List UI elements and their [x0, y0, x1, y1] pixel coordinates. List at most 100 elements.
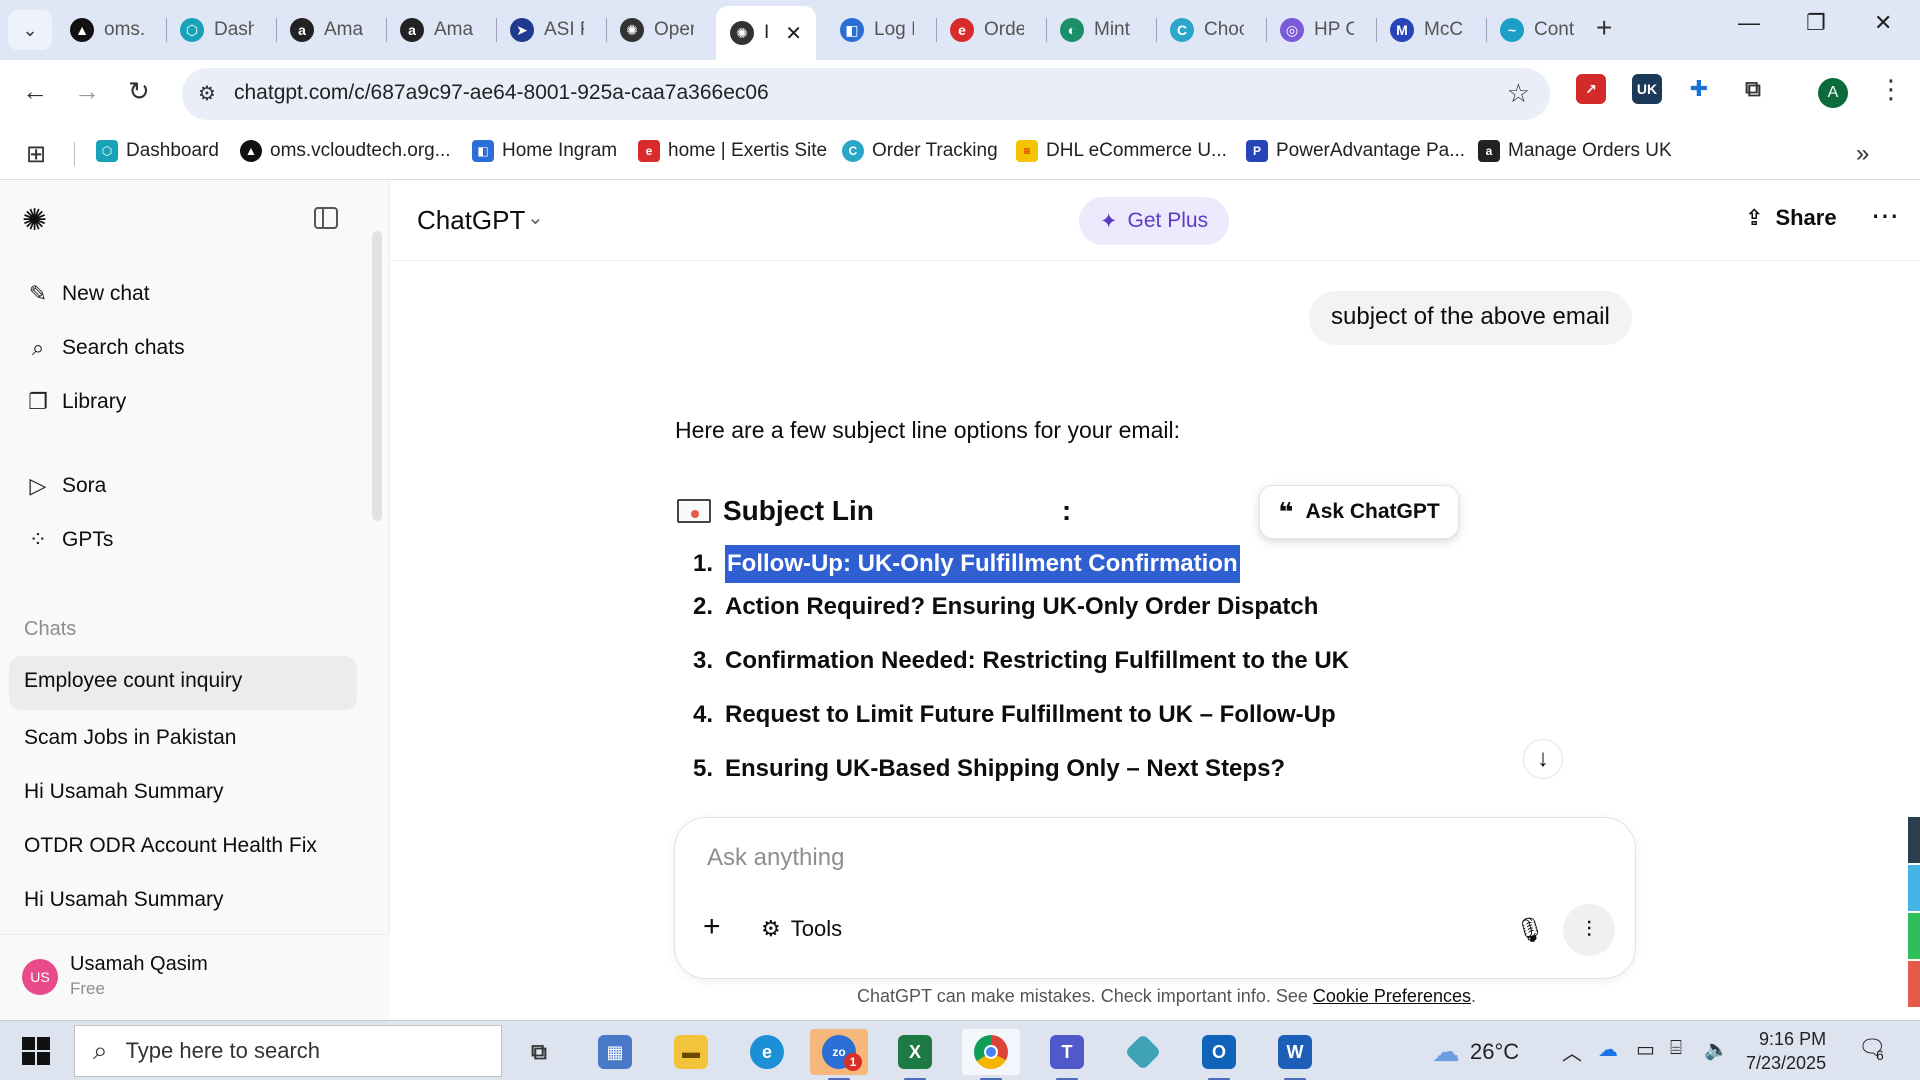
browser-tab[interactable]: M McC: [1376, 12, 1484, 48]
browser-tab[interactable]: ⬡ Dash: [166, 12, 274, 48]
browser-tab[interactable]: ▲ oms.: [56, 12, 164, 48]
model-selector[interactable]: ChatGPT: [417, 205, 525, 236]
chat-history-item-active[interactable]: Employee count inquiry: [9, 656, 357, 710]
browser-tab[interactable]: C Choc: [1156, 12, 1264, 48]
tab-favicon-icon: ◐: [1060, 18, 1084, 42]
openai-logo-icon[interactable]: ✺: [22, 203, 47, 238]
sidebar-toggle-icon[interactable]: [314, 207, 338, 229]
get-plus-button[interactable]: ✦ Get Plus: [1079, 197, 1229, 245]
user-account-menu[interactable]: US Usamah Qasim Free: [0, 934, 390, 1020]
calculator-app-icon[interactable]: ▦: [586, 1029, 644, 1075]
sparkle-icon: ✦: [1099, 209, 1118, 233]
browser-tab[interactable]: ➤ ASI F: [496, 12, 604, 48]
option-text-selected[interactable]: Follow-Up: UK-Only Fulfillment Confirmat…: [725, 545, 1240, 583]
browser-menu-icon[interactable]: ⋮: [1878, 74, 1904, 105]
tray-chevron-up-icon[interactable]: ︿: [1562, 1037, 1582, 1066]
browser-tab-active[interactable]: ✺ I ✕: [716, 6, 816, 60]
browser-tab[interactable]: a Ama:: [386, 12, 494, 48]
voice-mode-icon[interactable]: ⫶: [1563, 904, 1615, 956]
taskbar-search-box[interactable]: ⌕ Type here to search: [74, 1025, 502, 1077]
chat-history-item[interactable]: Scam Jobs in Pakistan: [24, 726, 236, 750]
word-app-icon[interactable]: W: [1266, 1029, 1324, 1080]
chat-history-item[interactable]: Hi Usamah Summary: [24, 888, 224, 912]
back-arrow-icon[interactable]: ←: [22, 76, 48, 107]
browser-tab[interactable]: ◧ Log I: [826, 12, 934, 48]
sidebar-scrollbar[interactable]: [372, 231, 382, 521]
pdf-extension-icon[interactable]: ↗: [1576, 74, 1606, 104]
reload-icon[interactable]: ↻: [128, 76, 150, 107]
system-clock[interactable]: 9:16 PM 7/23/2025: [1746, 1027, 1826, 1075]
option-text[interactable]: Confirmation Needed: Restricting Fulfill…: [725, 647, 1349, 675]
uk-extension-icon[interactable]: UK: [1632, 74, 1662, 104]
chat-history-item[interactable]: Hi Usamah Summary: [24, 780, 224, 804]
zoho-app-icon[interactable]: zo 1: [810, 1029, 868, 1080]
extensions-puzzle-icon[interactable]: ⧉: [1738, 74, 1768, 104]
bookmark-item[interactable]: ≡ DHL eCommerce U...: [1016, 140, 1227, 162]
forward-arrow-icon[interactable]: →: [74, 76, 100, 107]
extension-icon[interactable]: ✚: [1684, 74, 1714, 104]
apps-grid-icon[interactable]: ⊞: [26, 140, 46, 169]
browser-tab[interactable]: ◐ Mint: [1046, 12, 1154, 48]
sidebar-item-library[interactable]: ❐ Library: [26, 389, 126, 415]
window-close-icon[interactable]: ✕: [1874, 10, 1892, 36]
sidebar-item-new-chat[interactable]: ✎ New chat: [26, 281, 150, 307]
option-text[interactable]: Ensuring UK-Based Shipping Only – Next S…: [725, 755, 1285, 783]
scroll-down-arrow-icon[interactable]: ↓: [1523, 739, 1563, 779]
cookie-preferences-link[interactable]: Cookie Preferences: [1313, 986, 1471, 1006]
volume-icon[interactable]: 🔈: [1704, 1037, 1729, 1062]
bookmark-item[interactable]: ▲ oms.vcloudtech.org...: [240, 140, 451, 162]
network-icon[interactable]: ⌸: [1670, 1037, 1682, 1060]
browser-tab[interactable]: ✺ Oper: [606, 12, 714, 48]
minimize-icon[interactable]: —: [1738, 10, 1760, 36]
option-text[interactable]: Action Required? Ensuring UK-Only Order …: [725, 593, 1318, 621]
excel-app-icon[interactable]: X: [886, 1029, 944, 1080]
site-settings-icon[interactable]: ⚙: [198, 81, 216, 106]
microphone-icon[interactable]: 🎙: [1515, 916, 1545, 945]
task-view-icon[interactable]: ⧉: [510, 1029, 568, 1075]
bookmark-item[interactable]: P PowerAdvantage Pa...: [1246, 140, 1465, 162]
new-tab-plus-icon[interactable]: +: [1596, 12, 1612, 44]
sidebar-item-label: New chat: [62, 282, 150, 305]
share-button[interactable]: ⇪ Share: [1745, 205, 1837, 231]
battery-icon[interactable]: ▭: [1636, 1037, 1655, 1062]
sidebar-item-search-chats[interactable]: ⌕ Search chats: [26, 335, 185, 361]
bookmark-item[interactable]: ⬡ Dashboard: [96, 140, 219, 162]
onedrive-cloud-icon[interactable]: ☁: [1598, 1037, 1618, 1062]
ask-chatgpt-button[interactable]: ❝ Ask ChatGPT: [1259, 485, 1459, 539]
url-text[interactable]: chatgpt.com/c/687a9c97-ae64-8001-925a-ca…: [234, 81, 769, 105]
attach-plus-icon[interactable]: +: [703, 910, 721, 944]
app-diamond-icon[interactable]: [1114, 1029, 1172, 1075]
chevron-down-icon[interactable]: ⌄: [527, 205, 544, 230]
more-options-icon[interactable]: ⋯: [1871, 199, 1899, 232]
bookmark-item[interactable]: ◧ Home Ingram: [472, 140, 617, 162]
chevron-double-right-icon[interactable]: »: [1856, 140, 1869, 168]
chrome-app-icon[interactable]: [962, 1029, 1020, 1080]
chat-history-item[interactable]: OTDR ODR Account Health Fix: [24, 834, 317, 858]
edge-browser-icon[interactable]: e: [738, 1029, 796, 1075]
sidebar-item-gpts[interactable]: ⁘ GPTs: [26, 527, 114, 553]
bookmark-item[interactable]: a Manage Orders UK: [1478, 140, 1672, 162]
address-bar[interactable]: ⚙ chatgpt.com/c/687a9c97-ae64-8001-925a-…: [182, 68, 1550, 120]
profile-avatar[interactable]: A: [1818, 78, 1848, 108]
outlook-app-icon[interactable]: O: [1190, 1029, 1248, 1080]
browser-tab[interactable]: e Orde: [936, 12, 1044, 48]
prompt-input[interactable]: Ask anything: [707, 844, 844, 872]
browser-tab[interactable]: ~ Cont: [1486, 12, 1594, 48]
windows-start-icon[interactable]: [22, 1037, 50, 1065]
right-edge-widget[interactable]: [1908, 817, 1920, 1017]
bookmark-star-icon[interactable]: ☆: [1507, 78, 1530, 109]
sidebar-item-sora[interactable]: ▷ Sora: [26, 473, 107, 499]
teams-app-icon[interactable]: T: [1038, 1029, 1096, 1080]
restore-icon[interactable]: ❐: [1806, 10, 1826, 36]
file-explorer-icon[interactable]: ▬: [662, 1029, 720, 1075]
close-icon[interactable]: ✕: [785, 21, 802, 46]
weather-widget[interactable]: ☁ 26°C: [1432, 1035, 1519, 1068]
notification-center-icon[interactable]: 🗨 6: [1858, 1035, 1886, 1063]
bookmark-item[interactable]: e home | Exertis Site: [638, 140, 827, 162]
browser-tab[interactable]: a Ama:: [276, 12, 384, 48]
tab-search-button[interactable]: ⌄: [8, 10, 52, 50]
browser-tab[interactable]: ◎ HP C: [1266, 12, 1374, 48]
option-text[interactable]: Request to Limit Future Fulfillment to U…: [725, 701, 1336, 729]
bookmark-item[interactable]: C Order Tracking: [842, 140, 998, 162]
tools-button[interactable]: ⚙ Tools: [761, 916, 842, 942]
